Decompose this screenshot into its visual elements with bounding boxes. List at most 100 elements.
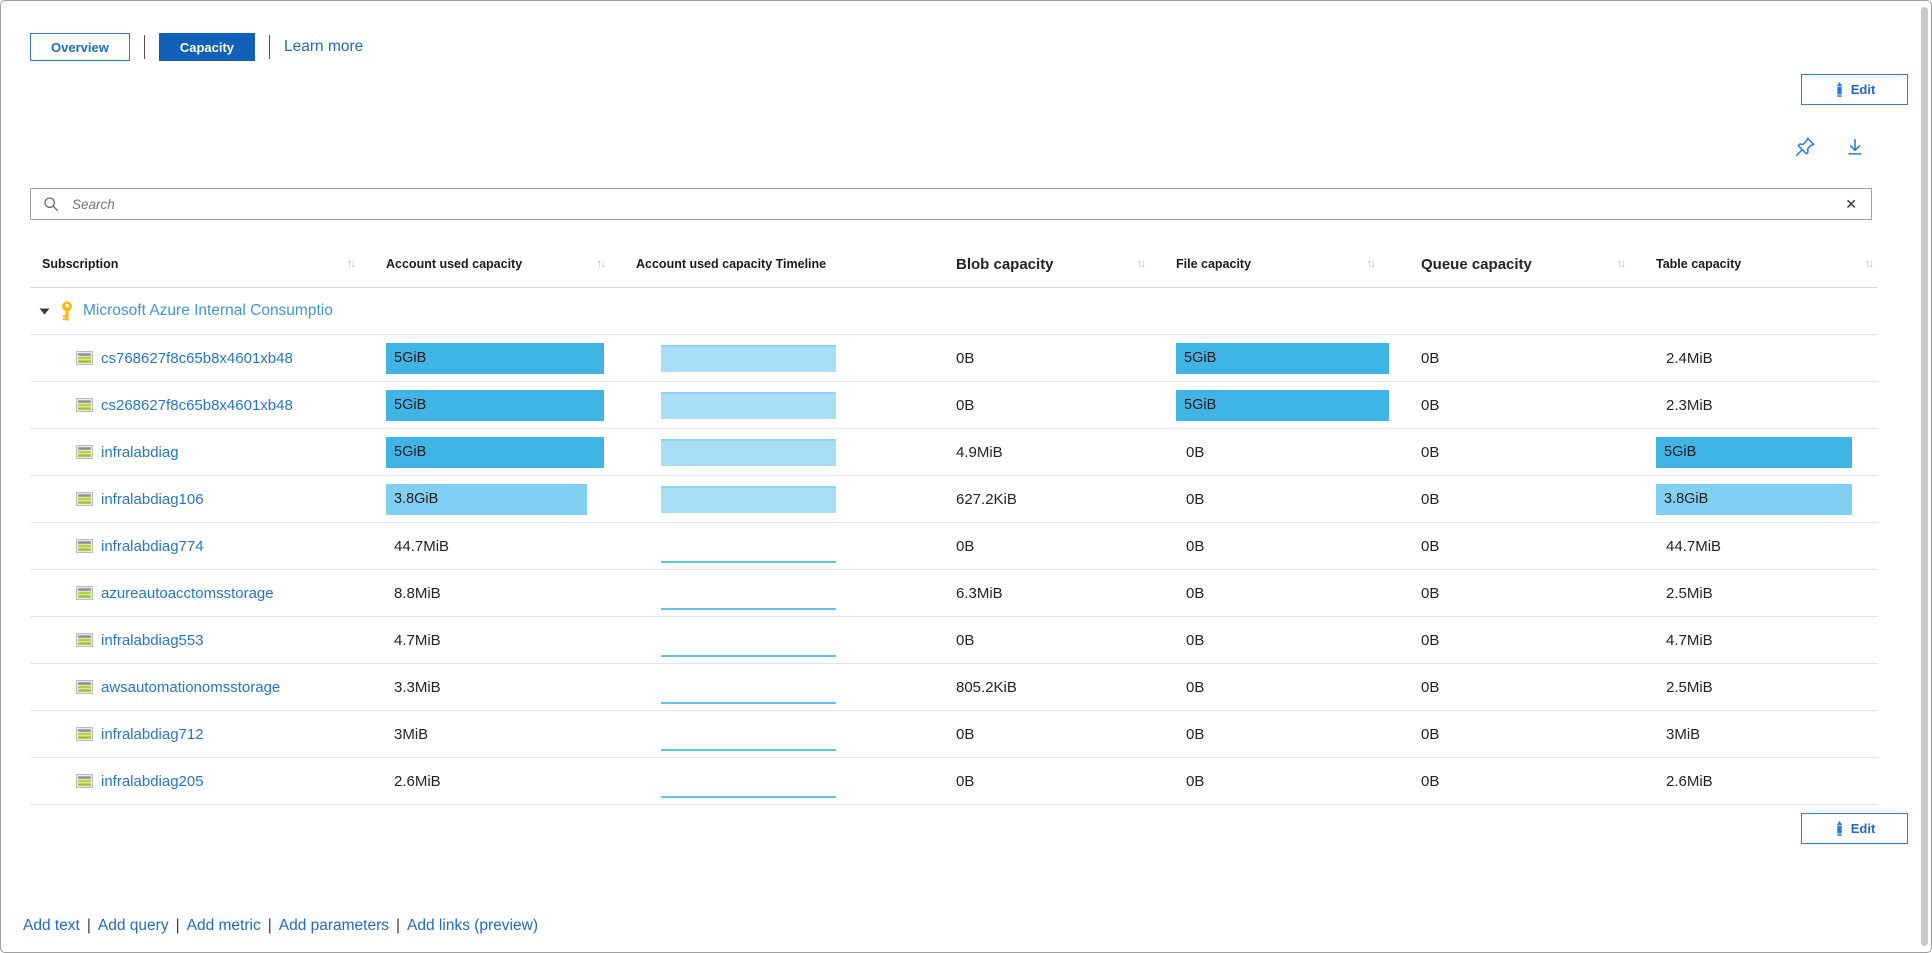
- table-capacity-cell: 2.6MiB: [1656, 758, 1878, 804]
- add-add-query-link[interactable]: Add query: [98, 917, 169, 934]
- capacity-value: 0B: [1176, 538, 1204, 555]
- subscription-cell: infralabdiag: [30, 429, 386, 475]
- subscription-group-row: Microsoft Azure Internal Consumptio: [30, 288, 1878, 335]
- storage-account-link[interactable]: infralabdiag106: [101, 491, 204, 508]
- vertical-scrollbar[interactable]: [1921, 7, 1928, 946]
- column-header-table-capacity[interactable]: Table capacity ↑↓: [1656, 241, 1878, 287]
- table-row: infralabdiag205 2.6MiB 0B 0B 0B 2.6MiB: [30, 758, 1878, 805]
- column-header-account-used-capacity-timeline[interactable]: Account used capacity Timeline: [636, 241, 946, 287]
- sort-icon[interactable]: ↑↓: [1865, 258, 1873, 270]
- column-header-file-capacity[interactable]: File capacity ↑↓: [1176, 241, 1406, 287]
- timeline-sparkline: [661, 608, 836, 610]
- column-header-blob-capacity[interactable]: Blob capacity ↑↓: [946, 241, 1176, 287]
- account-used-capacity-cell: 8.8MiB: [386, 570, 636, 616]
- blob-capacity-cell: 0B: [946, 523, 1176, 569]
- capacity-value: 0B: [1176, 679, 1204, 696]
- add-add-parameters-link[interactable]: Add parameters: [279, 917, 389, 934]
- tab-separator: [144, 35, 145, 59]
- subscription-cell: infralabdiag774: [30, 523, 386, 569]
- storage-account-icon: [76, 491, 93, 507]
- edit-button-top[interactable]: Edit: [1801, 74, 1908, 105]
- search-input[interactable]: [70, 196, 1843, 213]
- capacity-value: 8.8MiB: [386, 585, 441, 602]
- capacity-value: 0B: [1176, 632, 1204, 649]
- capacity-value: 2.6MiB: [1656, 773, 1713, 790]
- capacity-value: 44.7MiB: [386, 538, 449, 555]
- storage-account-link[interactable]: infralabdiag774: [101, 538, 204, 555]
- tab-separator: [269, 35, 270, 59]
- add-add-links-preview-link[interactable]: Add links (preview): [407, 917, 538, 934]
- column-header-subscription[interactable]: Subscription ↑↓: [30, 241, 386, 287]
- queue-capacity-cell: 0B: [1406, 382, 1656, 428]
- collapse-caret-icon[interactable]: [39, 308, 50, 315]
- capacity-value: 4.7MiB: [386, 632, 441, 649]
- table-row: cs768627f8c65b8x4601xb48 5GiB 0B 5GiB 0B…: [30, 335, 1878, 382]
- clear-search-icon[interactable]: ✕: [1843, 196, 1859, 213]
- tab-overview[interactable]: Overview: [30, 33, 130, 61]
- pin-button[interactable]: [1792, 134, 1818, 160]
- table-capacity-cell: 2.3MiB: [1656, 382, 1878, 428]
- add-add-metric-link[interactable]: Add metric: [187, 917, 261, 934]
- storage-account-link[interactable]: infralabdiag553: [101, 632, 204, 649]
- file-capacity-cell: 0B: [1176, 570, 1406, 616]
- subscription-cell: infralabdiag106: [30, 476, 386, 522]
- download-button[interactable]: [1842, 134, 1868, 160]
- capacity-bar: 5GiB: [1176, 390, 1389, 421]
- column-header-queue-capacity[interactable]: Queue capacity ↑↓: [1406, 241, 1656, 287]
- add-add-text-link[interactable]: Add text: [23, 917, 80, 934]
- timeline-sparkline: [661, 655, 836, 657]
- capacity-bar: 5GiB: [1176, 343, 1389, 374]
- capacity-value: 2.5MiB: [1656, 585, 1713, 602]
- account-used-capacity-cell: 5GiB: [386, 335, 636, 381]
- edit-button-bottom[interactable]: Edit: [1801, 813, 1908, 844]
- sort-icon[interactable]: ↑↓: [1367, 258, 1375, 270]
- sort-icon[interactable]: ↑↓: [347, 258, 355, 270]
- capacity-bar: 3.8GiB: [1656, 484, 1852, 515]
- file-capacity-cell: 0B: [1176, 758, 1406, 804]
- sort-icon[interactable]: ↑↓: [1137, 258, 1145, 270]
- blob-capacity-cell: 805.2KiB: [946, 664, 1176, 710]
- table-body: cs768627f8c65b8x4601xb48 5GiB 0B 5GiB 0B…: [30, 335, 1878, 805]
- account-used-capacity-timeline-cell: [636, 711, 946, 757]
- storage-account-link[interactable]: infralabdiag712: [101, 726, 204, 743]
- table-capacity-cell: 3.8GiB: [1656, 476, 1878, 522]
- subscription-group-link[interactable]: Microsoft Azure Internal Consumptio: [83, 302, 333, 320]
- subscription-cell: azureautoacctomsstorage: [30, 570, 386, 616]
- storage-account-link[interactable]: infralabdiag: [101, 444, 179, 461]
- queue-capacity-cell: 0B: [1406, 570, 1656, 616]
- account-used-capacity-cell: 3MiB: [386, 711, 636, 757]
- capacity-value: 0B: [1176, 444, 1204, 461]
- timeline-area-chart: [661, 345, 836, 372]
- sort-icon[interactable]: ↑↓: [1617, 258, 1625, 270]
- tab-capacity[interactable]: Capacity: [159, 33, 255, 61]
- queue-capacity-cell: 0B: [1406, 758, 1656, 804]
- timeline-sparkline: [661, 749, 836, 751]
- subscription-cell: cs268627f8c65b8x4601xb48: [30, 382, 386, 428]
- column-header-account-used-capacity[interactable]: Account used capacity ↑↓: [386, 241, 636, 287]
- table-row: infralabdiag553 4.7MiB 0B 0B 0B 4.7MiB: [30, 617, 1878, 664]
- learn-more-link[interactable]: Learn more: [284, 38, 363, 56]
- capacity-bar: 5GiB: [386, 390, 604, 421]
- link-separator: |: [268, 917, 272, 934]
- queue-capacity-cell: 0B: [1406, 335, 1656, 381]
- storage-account-link[interactable]: cs768627f8c65b8x4601xb48: [101, 350, 293, 367]
- storage-account-link[interactable]: awsautomationomsstorage: [101, 679, 280, 696]
- pencil-icon: [1834, 821, 1845, 836]
- account-used-capacity-cell: 44.7MiB: [386, 523, 636, 569]
- account-used-capacity-cell: 5GiB: [386, 382, 636, 428]
- account-used-capacity-timeline-cell: [636, 570, 946, 616]
- subscription-cell: awsautomationomsstorage: [30, 664, 386, 710]
- blob-capacity-cell: 0B: [946, 711, 1176, 757]
- subscription-cell: infralabdiag553: [30, 617, 386, 663]
- account-used-capacity-cell: 3.3MiB: [386, 664, 636, 710]
- table-row: infralabdiag 5GiB 4.9MiB 0B 0B 5GiB: [30, 429, 1878, 476]
- storage-account-link[interactable]: cs268627f8c65b8x4601xb48: [101, 397, 293, 414]
- link-separator: |: [87, 917, 91, 934]
- blob-capacity-cell: 0B: [946, 617, 1176, 663]
- account-used-capacity-timeline-cell: [636, 664, 946, 710]
- storage-account-link[interactable]: azureautoacctomsstorage: [101, 585, 274, 602]
- queue-capacity-cell: 0B: [1406, 664, 1656, 710]
- sort-icon[interactable]: ↑↓: [597, 258, 605, 270]
- storage-account-link[interactable]: infralabdiag205: [101, 773, 204, 790]
- blob-capacity-cell: 4.9MiB: [946, 429, 1176, 475]
